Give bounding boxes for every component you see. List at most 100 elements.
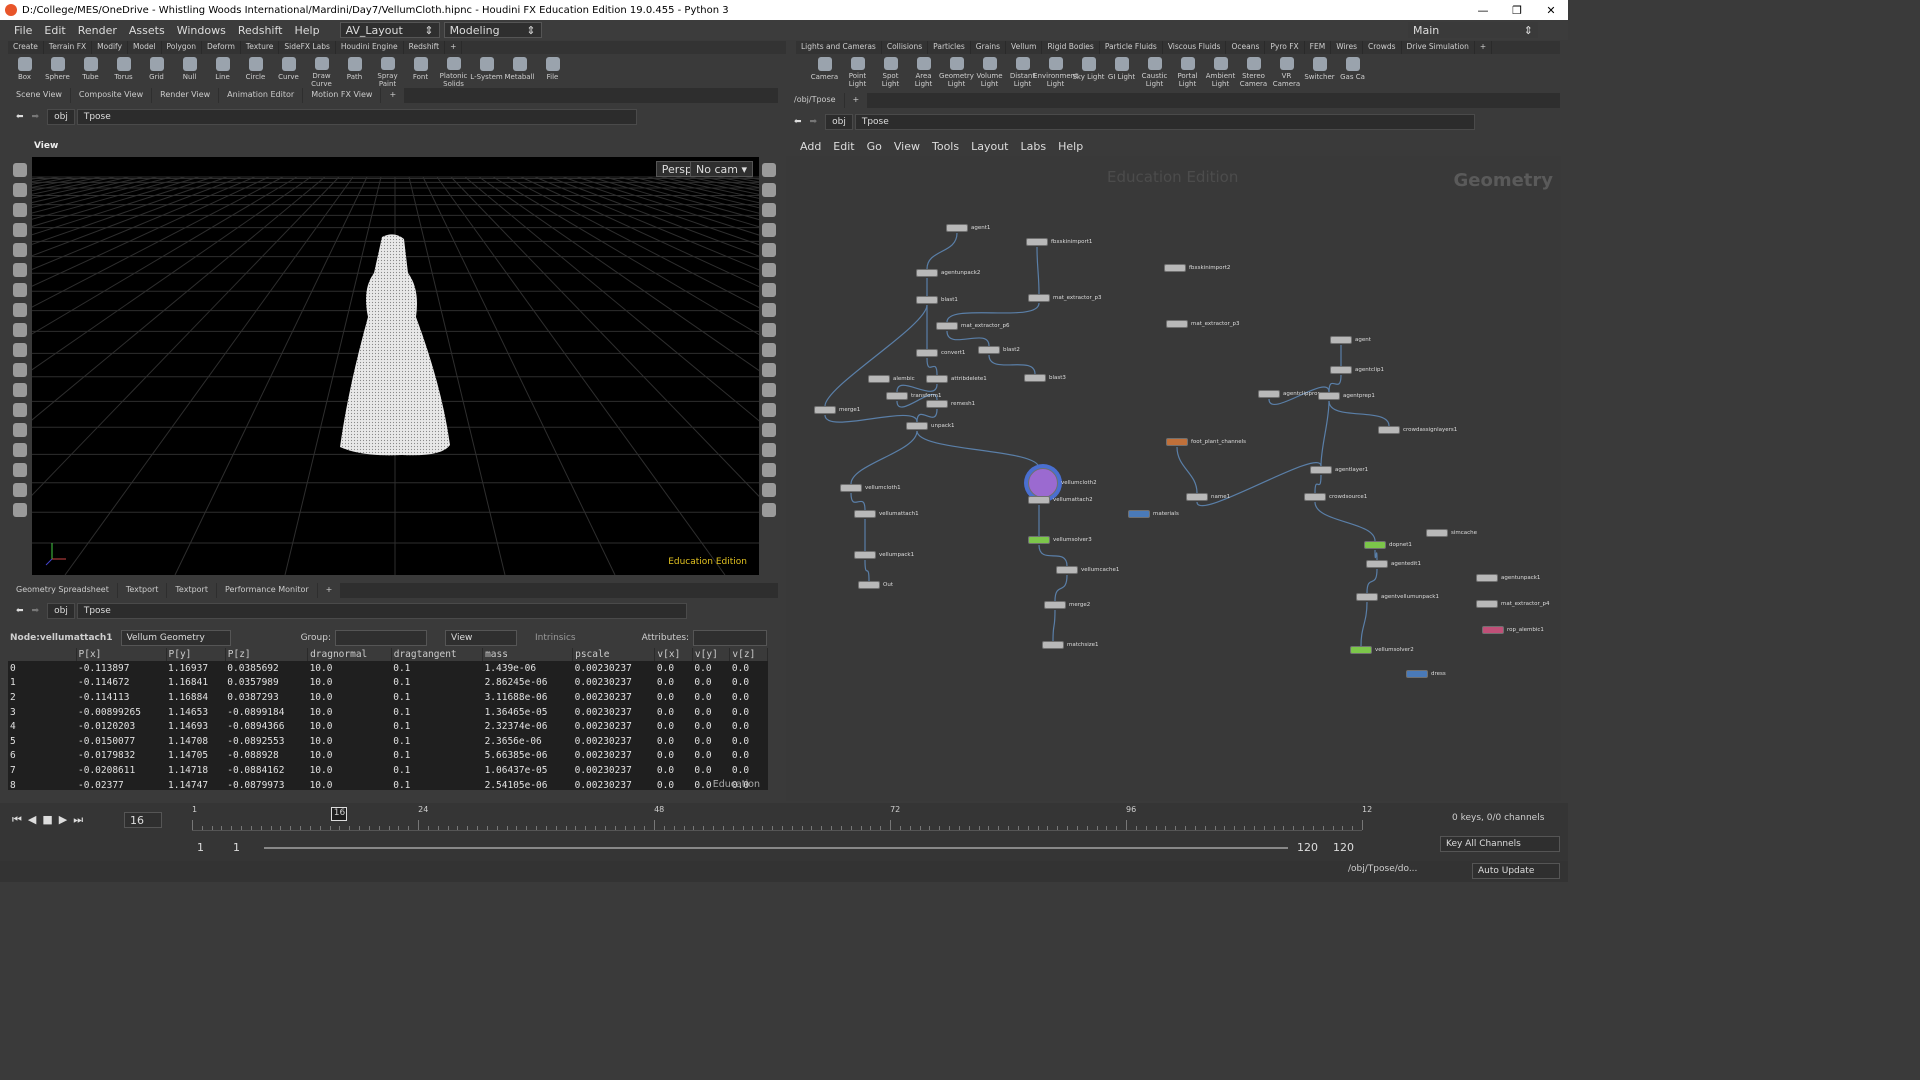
shelf-tool[interactable]: File <box>536 55 569 88</box>
menu-edit[interactable]: Edit <box>38 24 71 37</box>
network-node[interactable]: vellumcloth1 <box>840 484 901 492</box>
table-row[interactable]: 3 -0.00899265 1.14653 -0.0899184 10.0 0.1 1.36… <box>8 705 768 720</box>
shelf-tab[interactable]: Create <box>8 41 44 54</box>
network-node[interactable]: agentclipprop <box>1258 390 1321 398</box>
net-menu-labs[interactable]: Labs <box>1021 140 1047 153</box>
range-end-field[interactable]: 120 <box>1292 839 1322 855</box>
shelf-tool[interactable]: Box <box>8 55 41 88</box>
shelf-tab[interactable]: Particles <box>928 41 971 54</box>
shelf-tab[interactable]: Grains <box>971 41 1007 54</box>
tab-geometry-spreadsheet[interactable]: Geometry Spreadsheet <box>8 583 117 598</box>
path-node[interactable]: Tpose <box>854 114 1475 130</box>
shelf-tab[interactable]: Model <box>128 41 162 54</box>
shelf-tool[interactable]: Portal Light <box>1171 55 1204 88</box>
path-node[interactable]: Tpose <box>76 109 637 125</box>
column-header[interactable]: P[x] <box>76 648 167 661</box>
network-node[interactable]: crowdsource1 <box>1304 493 1367 501</box>
column-header[interactable]: dragnormal <box>307 648 392 661</box>
shelf-tab[interactable]: Houdini Engine <box>336 41 404 54</box>
column-header[interactable]: v[z] <box>729 648 768 661</box>
column-header[interactable]: mass <box>482 648 574 661</box>
forward-arrow-icon[interactable]: ➡ <box>32 112 40 122</box>
viewport-tool-icon[interactable] <box>13 183 27 197</box>
shelf-tool[interactable]: GI Light <box>1105 55 1138 88</box>
viewport-tool-icon[interactable] <box>762 183 776 197</box>
play-icon[interactable]: ▶ <box>59 813 67 827</box>
shelf-tab[interactable]: Viscous Fluids <box>1163 41 1227 54</box>
table-row[interactable]: 8 -0.02377 1.14747 -0.0879973 10.0 0.1 2.54105… <box>8 778 768 793</box>
viewport-tool-icon[interactable] <box>762 243 776 257</box>
tab-textport[interactable]: Textport <box>117 583 167 598</box>
key-mode-combo[interactable]: Key All Channels <box>1440 836 1560 852</box>
menu-file[interactable]: File <box>8 24 38 37</box>
net-menu-go[interactable]: Go <box>867 140 882 153</box>
column-header[interactable]: v[x] <box>654 648 693 661</box>
menu-assets[interactable]: Assets <box>123 24 171 37</box>
shelf-tab[interactable]: SideFX Labs <box>279 41 336 54</box>
add-tab-icon[interactable]: + <box>844 93 868 108</box>
shelf-tab[interactable]: Polygon <box>162 41 203 54</box>
viewport-tool-icon[interactable] <box>13 263 27 277</box>
net-menu-edit[interactable]: Edit <box>833 140 854 153</box>
back-arrow-icon[interactable]: ⬅ <box>16 112 24 122</box>
net-menu-layout[interactable]: Layout <box>971 140 1008 153</box>
network-node[interactable]: mat_extractor_p6 <box>936 322 1010 330</box>
network-node[interactable]: blast2 <box>978 346 1020 354</box>
viewport-tool-icon[interactable] <box>762 163 776 177</box>
network-node[interactable]: remesh1 <box>926 400 975 408</box>
shelf-tool[interactable]: Spray Paint <box>371 55 404 88</box>
network-node[interactable]: rop_alembic1 <box>1482 626 1544 634</box>
shelf-tool[interactable]: Sphere <box>41 55 74 88</box>
viewport-tool-icon[interactable] <box>13 203 27 217</box>
net-menu-add[interactable]: Add <box>800 140 821 153</box>
viewport-tool-icon[interactable] <box>762 463 776 477</box>
network-node[interactable]: agentunpack2 <box>916 269 980 277</box>
network-node[interactable]: vellumcache1 <box>1056 566 1119 574</box>
range-end-field-2[interactable]: 120 <box>1328 839 1358 855</box>
network-node[interactable]: vellumattach2 <box>1028 496 1093 504</box>
viewport-tool-icon[interactable] <box>13 223 27 237</box>
shelf-tool[interactable]: Circle <box>239 55 272 88</box>
scene-viewport[interactable]: Persp ▾ No cam ▾ Education Edition <box>32 157 759 575</box>
jump-start-icon[interactable]: ⏮ <box>12 813 22 827</box>
shelf-tab[interactable]: Redshift <box>404 41 446 54</box>
network-node[interactable]: agentprep1 <box>1318 392 1375 400</box>
layout-combo[interactable]: AV_Layout ⇕ <box>339 22 440 38</box>
shelf-tool[interactable]: Spot Light <box>874 55 907 88</box>
shelf-tab[interactable]: Collisions <box>882 41 929 54</box>
network-node[interactable]: mat_extractor_p3 <box>1028 294 1102 302</box>
shelf-tool[interactable]: Torus <box>107 55 140 88</box>
intrinsics-combo[interactable]: Intrinsics <box>535 633 576 643</box>
tab-network[interactable]: /obj/Tpose <box>786 93 844 108</box>
shelf-tool[interactable]: Stereo Camera <box>1237 55 1270 88</box>
network-node[interactable]: merge2 <box>1044 601 1090 609</box>
tab-scene-view[interactable]: Scene View <box>8 88 70 103</box>
viewport-tool-icon[interactable] <box>762 503 776 517</box>
net-menu-tools[interactable]: Tools <box>932 140 959 153</box>
table-row[interactable]: 0 -0.113897 1.16937 0.0385692 10.0 0.1 1.439e-… <box>8 661 768 676</box>
viewport-tool-icon[interactable] <box>762 483 776 497</box>
network-node[interactable]: mat_extractor_p3 <box>1166 320 1240 328</box>
network-node[interactable]: crowdassignlayers1 <box>1378 426 1457 434</box>
network-node[interactable]: agentclip1 <box>1330 366 1384 374</box>
table-row[interactable]: 5 -0.0150077 1.14708 -0.0892553 10.0 0.1 2.365… <box>8 734 768 749</box>
network-node[interactable]: alembic <box>868 375 915 383</box>
viewport-tool-icon[interactable] <box>762 223 776 237</box>
back-arrow-icon[interactable]: ⬅ <box>794 117 802 127</box>
table-row[interactable]: 7 -0.0208611 1.14718 -0.0884162 10.0 0.1 1.064… <box>8 763 768 778</box>
shelf-tab[interactable]: Pyro FX <box>1265 41 1305 54</box>
shelf-tool[interactable]: Path <box>338 55 371 88</box>
viewport-tool-icon[interactable] <box>13 163 27 177</box>
network-node[interactable]: agentlayer1 <box>1310 466 1368 474</box>
viewport-tool-icon[interactable] <box>13 443 27 457</box>
play-reverse-icon[interactable]: ◀ <box>28 813 36 827</box>
network-node[interactable]: simcache <box>1426 529 1477 537</box>
shelf-tab[interactable]: Lights and Cameras <box>796 41 882 54</box>
shelf-tab[interactable]: Rigid Bodies <box>1042 41 1100 54</box>
table-row[interactable]: 6 -0.0179832 1.14705 -0.088928 10.0 0.1 5.6638… <box>8 749 768 764</box>
shelf-tool[interactable]: Caustic Light <box>1138 55 1171 88</box>
shelf-tool[interactable]: Ambient Light <box>1204 55 1237 88</box>
network-node[interactable]: vellumattach1 <box>854 510 919 518</box>
viewport-tool-icon[interactable] <box>762 363 776 377</box>
column-header[interactable]: P[z] <box>225 648 309 661</box>
